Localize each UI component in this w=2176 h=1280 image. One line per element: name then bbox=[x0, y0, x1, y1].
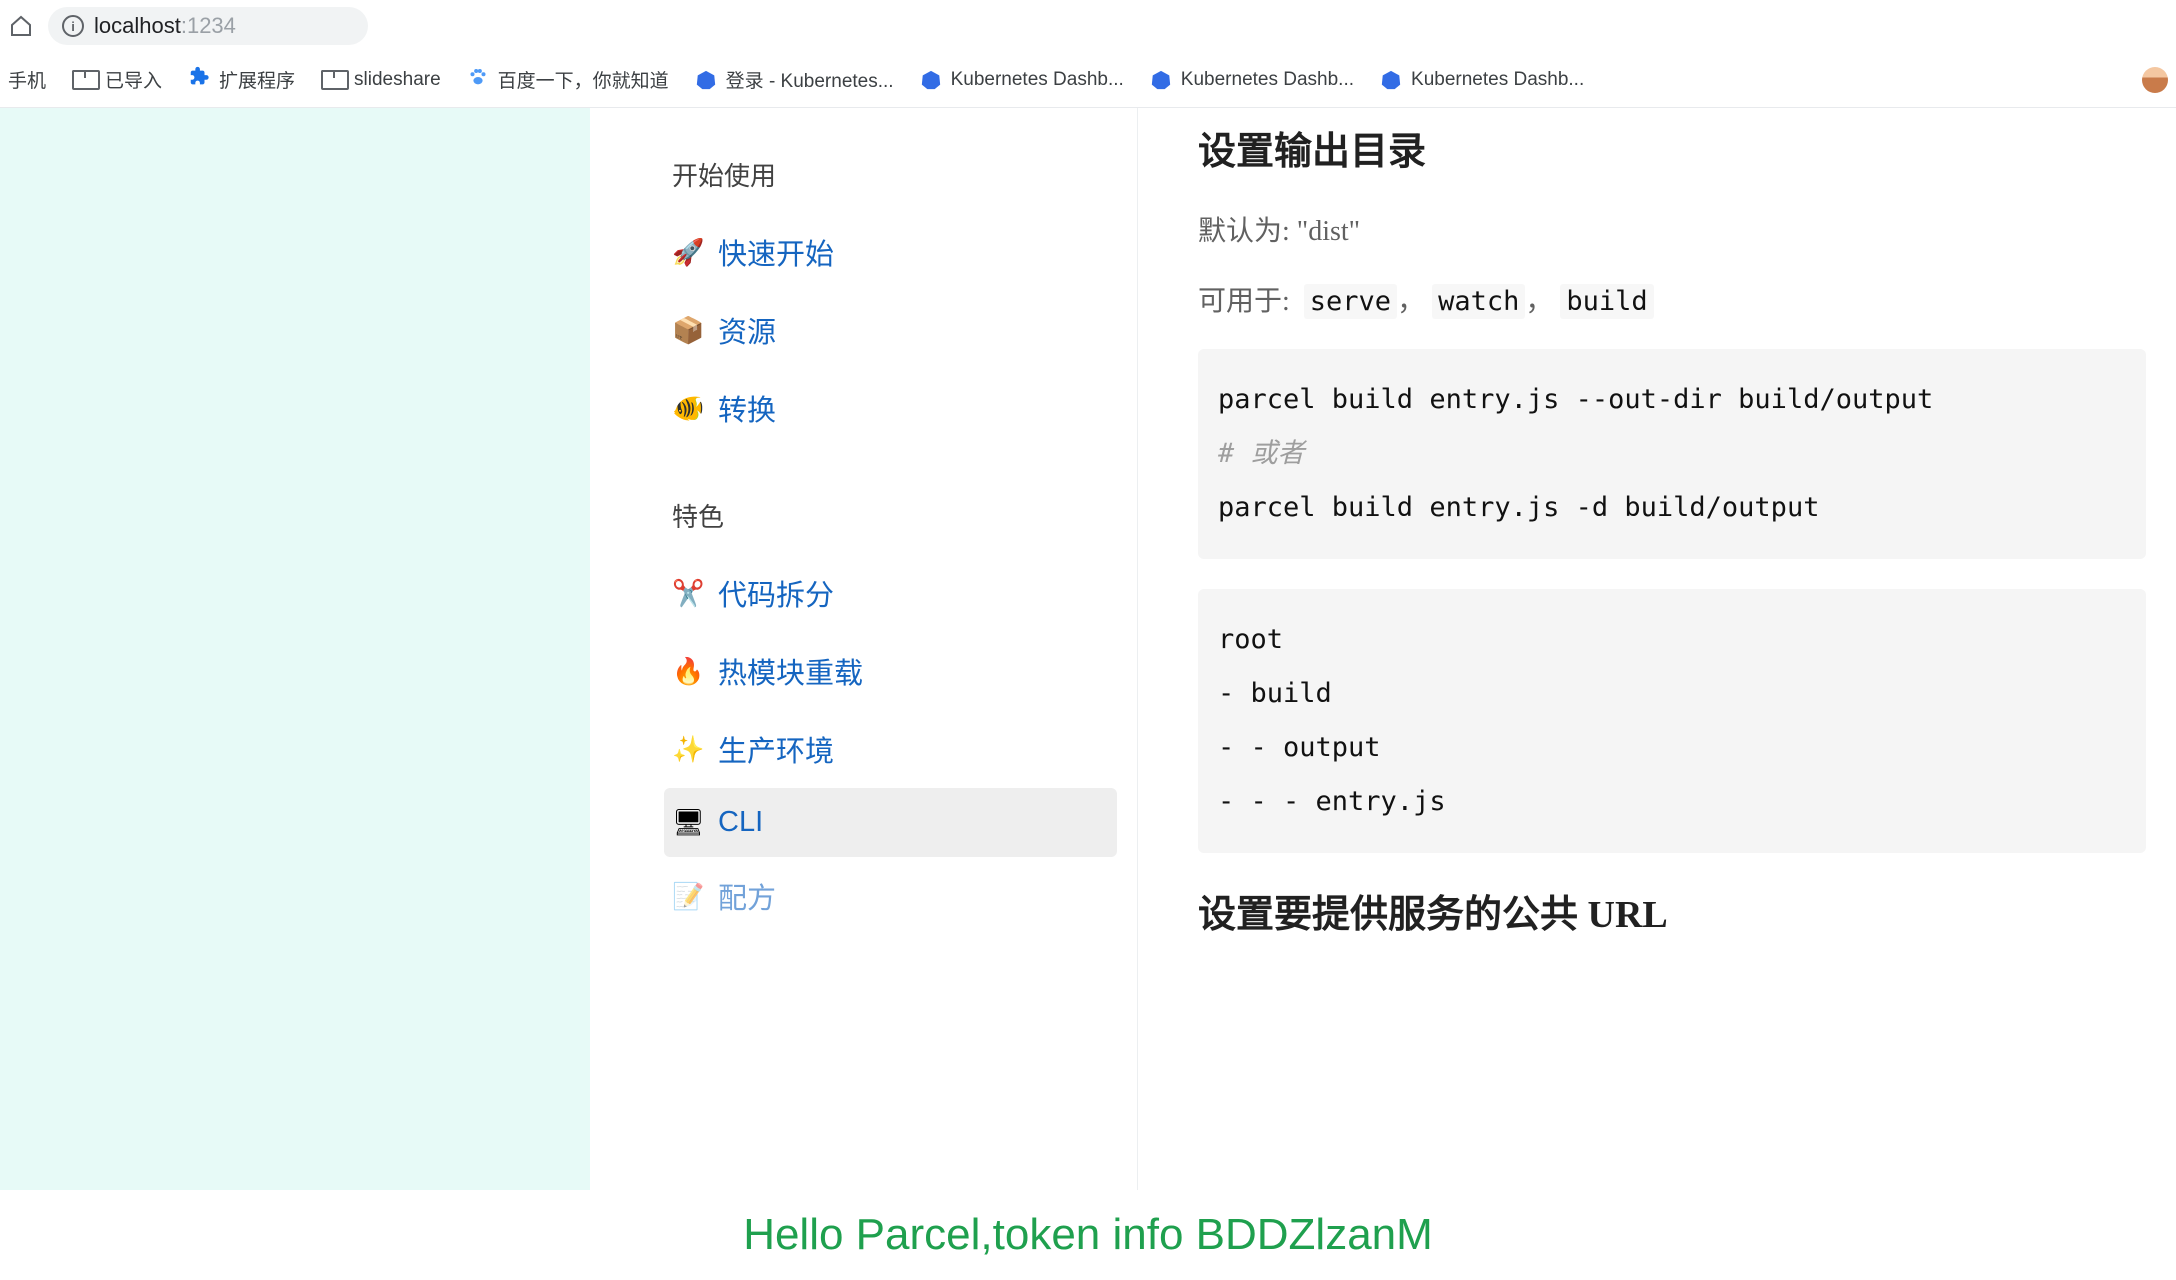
app-output-text: Hello Parcel,token info BDDZlzanM bbox=[743, 1210, 1433, 1260]
bookmark-label: 已导入 bbox=[105, 66, 162, 93]
left-background-panel bbox=[0, 108, 590, 1190]
sidebar-item-transforms[interactable]: 🐠 转换 bbox=[664, 369, 1117, 447]
sidebar-item-assets[interactable]: 📦 资源 bbox=[664, 291, 1117, 369]
bookmark-label: 百度一下，你就知道 bbox=[498, 66, 669, 93]
home-icon[interactable] bbox=[8, 13, 34, 39]
sidebar-item-quickstart[interactable]: 🚀 快速开始 bbox=[664, 213, 1117, 291]
paw-icon bbox=[467, 66, 489, 94]
browser-chrome: i localhost:1234 手机 已导入 扩展程序 slideshare bbox=[0, 0, 2176, 108]
sidebar-item-label: 资源 bbox=[718, 309, 776, 351]
sidebar-item-label: 转换 bbox=[718, 387, 776, 429]
bookmark-item[interactable]: Kubernetes Dashb... bbox=[1380, 69, 1584, 91]
bookmark-item[interactable]: Kubernetes Dashb... bbox=[1150, 69, 1354, 91]
code-block-tree: root - build - - output - - - entry.js bbox=[1198, 589, 2146, 853]
address-bar[interactable]: i localhost:1234 bbox=[48, 7, 368, 45]
sidebar-item-code-splitting[interactable]: ✂️ 代码拆分 bbox=[664, 554, 1117, 632]
sidebar-item-label: 生产环境 bbox=[718, 728, 834, 770]
cmd-serve: serve bbox=[1304, 284, 1397, 319]
monitor-icon: 🖥 bbox=[672, 807, 704, 838]
sidebar-item-label: 代码拆分 bbox=[718, 572, 834, 614]
bookmark-label: Kubernetes Dashb... bbox=[951, 69, 1124, 91]
address-bar-row: i localhost:1234 bbox=[0, 0, 2176, 52]
kubernetes-icon bbox=[1150, 69, 1172, 91]
fish-icon: 🐠 bbox=[672, 393, 704, 424]
url-host: localhost bbox=[94, 13, 181, 38]
bookmark-label: 手机 bbox=[8, 66, 46, 93]
bookmark-label: Kubernetes Dashb... bbox=[1411, 69, 1584, 91]
usable-line: 可用于: serve， watch， build bbox=[1198, 279, 2146, 319]
sidebar-heading: 开始使用 bbox=[664, 156, 1117, 193]
memo-icon: 📝 bbox=[672, 881, 704, 912]
bookmark-item[interactable]: Kubernetes Dashb... bbox=[920, 69, 1124, 91]
section-heading-outdir: 设置输出目录 bbox=[1198, 120, 2146, 175]
folder-icon bbox=[321, 70, 345, 90]
rocket-icon: 🚀 bbox=[672, 237, 704, 268]
documentation-region: 开始使用 🚀 快速开始 📦 资源 🐠 转换 特色 ✂️ 代码拆 bbox=[590, 108, 2176, 1190]
bookmark-label: slideshare bbox=[354, 69, 441, 91]
url-port: :1234 bbox=[181, 13, 236, 38]
cmd-build: build bbox=[1560, 284, 1653, 319]
app-output-overlay: Hello Parcel,token info BDDZlzanM bbox=[0, 1190, 2176, 1280]
bookmark-item[interactable]: 已导入 bbox=[72, 66, 162, 93]
section-heading-public-url: 设置要提供服务的公共 URL bbox=[1198, 883, 2146, 938]
sidebar-item-production[interactable]: ✨ 生产环境 bbox=[664, 710, 1117, 788]
sidebar-item-hmr[interactable]: 🔥 热模块重载 bbox=[664, 632, 1117, 710]
default-line: 默认为: "dist" bbox=[1198, 209, 2146, 249]
package-icon: 📦 bbox=[672, 315, 704, 346]
bookmark-item[interactable]: 手机 bbox=[8, 66, 46, 93]
bookmark-item[interactable]: slideshare bbox=[321, 69, 441, 91]
bookmark-item[interactable]: 登录 - Kubernetes... bbox=[695, 66, 894, 93]
sidebar-item-recipes[interactable]: 📝 配方 bbox=[664, 857, 1117, 935]
cmd-watch: watch bbox=[1432, 284, 1525, 319]
page-area: 开始使用 🚀 快速开始 📦 资源 🐠 转换 特色 ✂️ 代码拆 bbox=[0, 108, 2176, 1190]
sparkles-icon: ✨ bbox=[672, 734, 704, 765]
fire-icon: 🔥 bbox=[672, 656, 704, 687]
bookmark-item[interactable]: 扩展程序 bbox=[188, 66, 295, 94]
profile-avatar-icon[interactable] bbox=[2142, 67, 2168, 93]
kubernetes-icon bbox=[695, 69, 717, 91]
bookmark-item[interactable]: 百度一下，你就知道 bbox=[467, 66, 669, 94]
sidebar-nav: 开始使用 🚀 快速开始 📦 资源 🐠 转换 特色 ✂️ 代码拆 bbox=[590, 108, 1138, 1190]
scissors-icon: ✂️ bbox=[672, 578, 704, 609]
kubernetes-icon bbox=[1380, 69, 1402, 91]
extension-icon bbox=[188, 66, 210, 94]
bookmark-label: Kubernetes Dashb... bbox=[1181, 69, 1354, 91]
sidebar-item-label: 快速开始 bbox=[718, 231, 834, 273]
sidebar-item-cli[interactable]: 🖥 CLI bbox=[664, 788, 1117, 857]
bookmark-label: 登录 - Kubernetes... bbox=[726, 66, 894, 93]
main-content: 设置输出目录 默认为: "dist" 可用于: serve， watch， bu… bbox=[1138, 108, 2176, 1190]
bookmarks-bar: 手机 已导入 扩展程序 slideshare 百度一下，你就知道 登录 - Ku… bbox=[0, 52, 2176, 108]
sidebar-heading: 特色 bbox=[664, 497, 1117, 534]
folder-icon bbox=[72, 70, 96, 90]
sidebar-item-label: 配方 bbox=[718, 875, 776, 917]
bookmark-label: 扩展程序 bbox=[219, 66, 295, 93]
kubernetes-icon bbox=[920, 69, 942, 91]
code-block-outdir: parcel build entry.js --out-dir build/ou… bbox=[1198, 349, 2146, 559]
sidebar-item-label: CLI bbox=[718, 806, 763, 839]
site-info-icon[interactable]: i bbox=[62, 15, 84, 37]
sidebar-item-label: 热模块重载 bbox=[718, 650, 863, 692]
